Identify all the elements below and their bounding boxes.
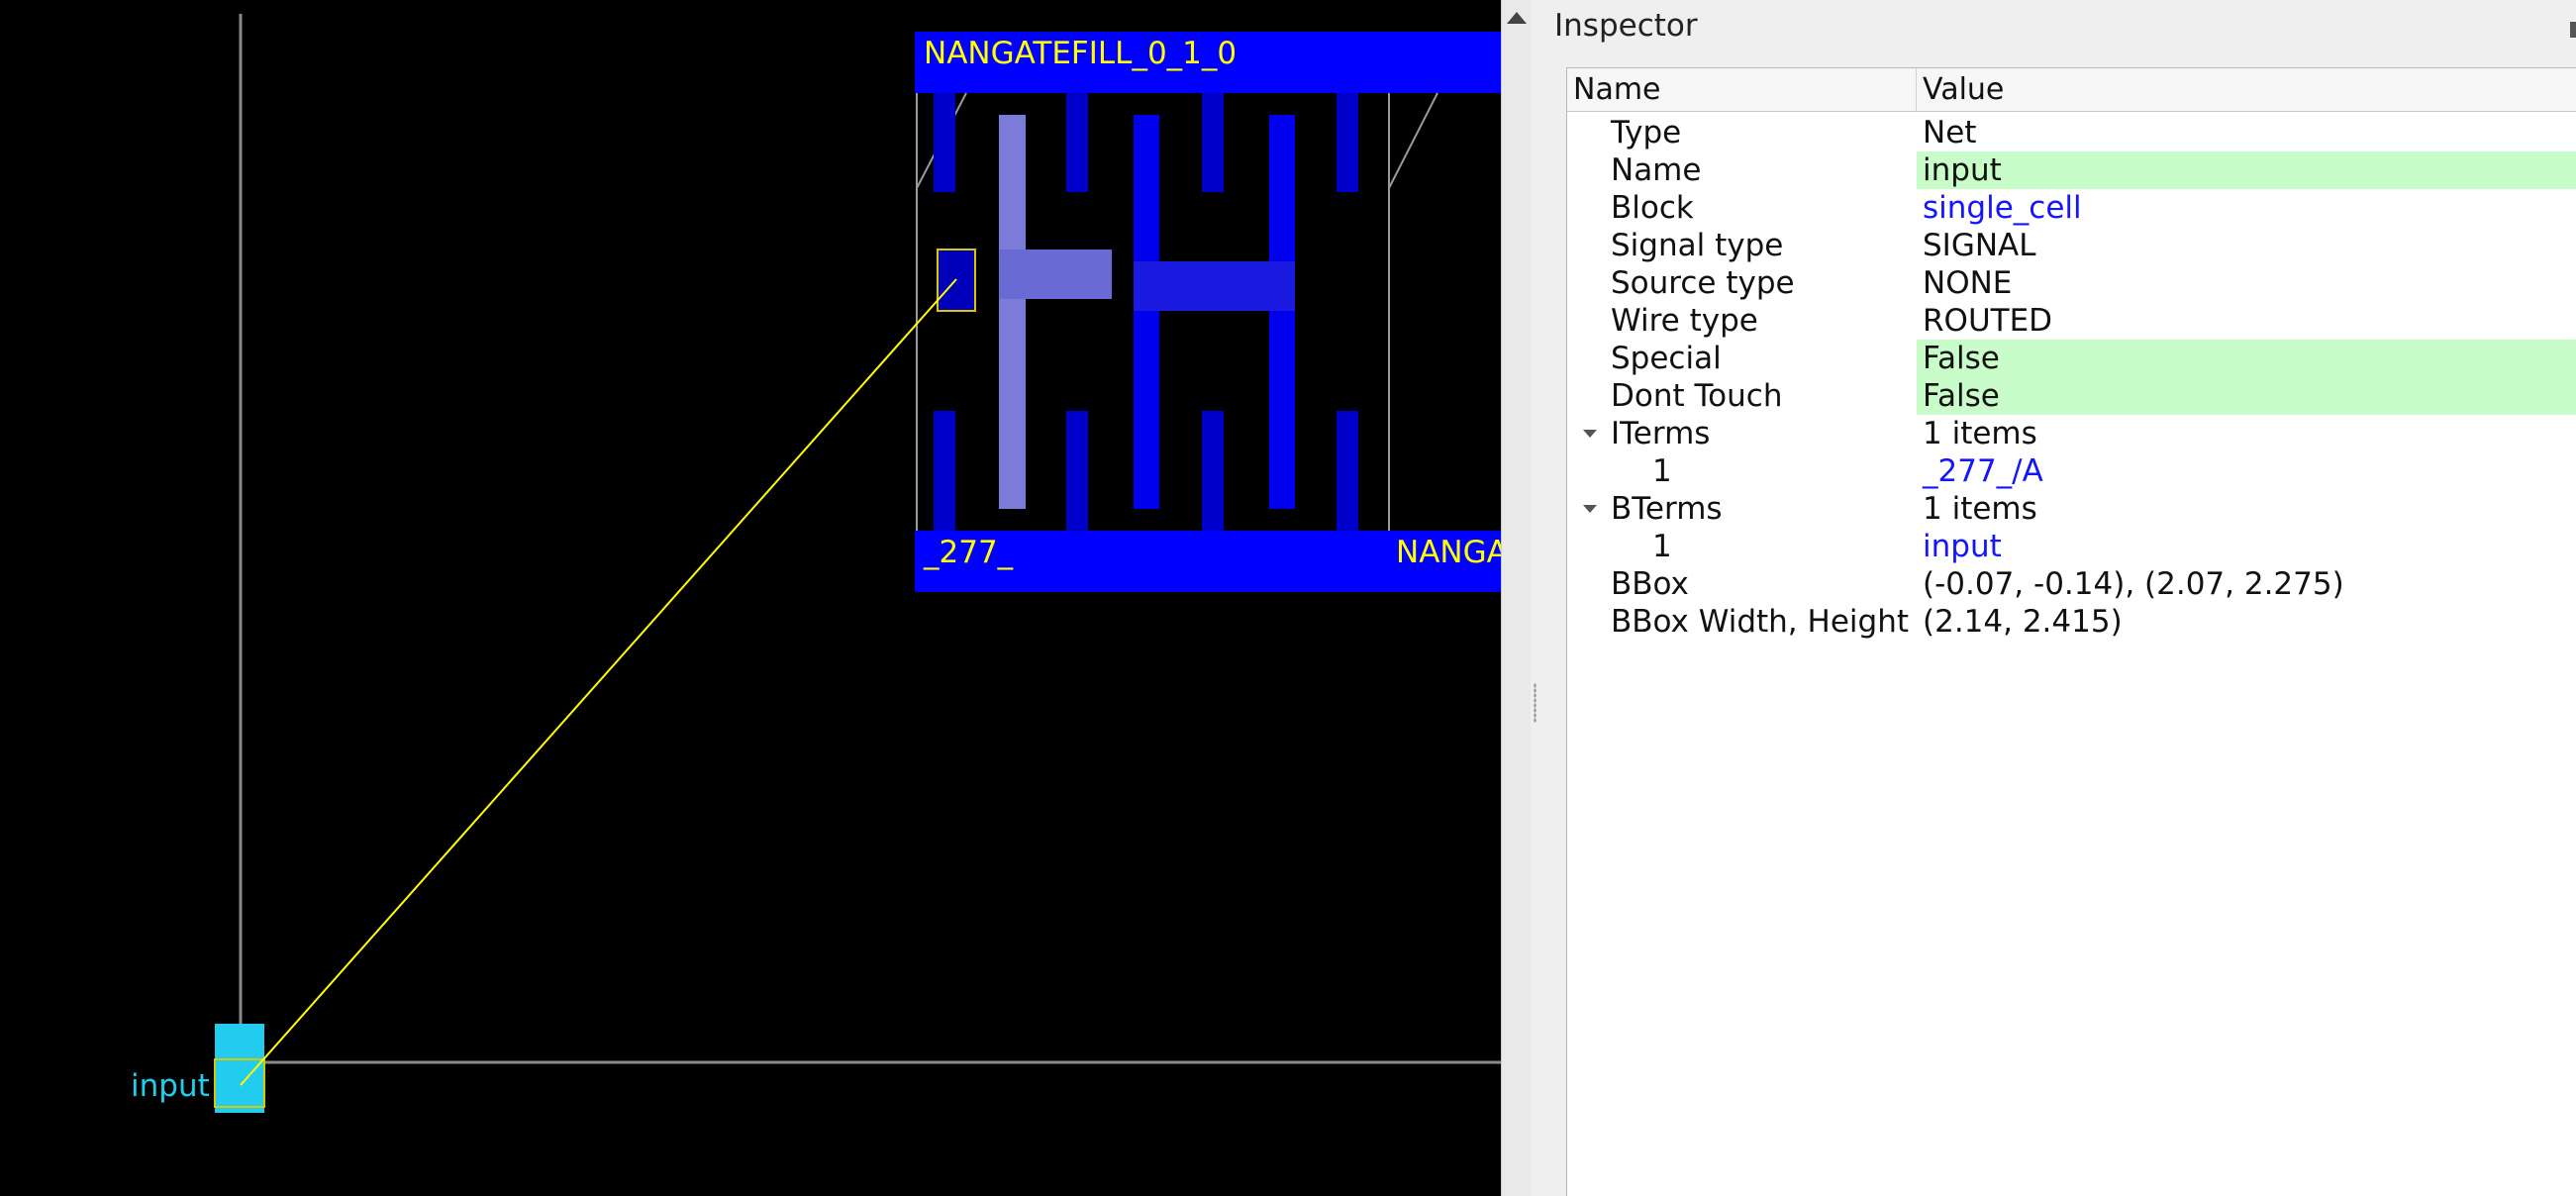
property-value: ROUTED [1923, 303, 2053, 339]
layout-viewer[interactable]: NANGATEFILL_0_1_0 _277_ NANGA input [0, 0, 1501, 1196]
collapse-arrow-icon[interactable] [1583, 505, 1597, 513]
property-name: Block [1611, 190, 1694, 226]
property-name: BBox Width, Height [1611, 604, 1909, 640]
property-value-link[interactable]: single_cell [1917, 189, 2576, 227]
cell-diagonal-right [1388, 92, 1438, 189]
finger-top-3 [1202, 93, 1224, 192]
property-row[interactable]: BBox (-0.07, -0.14), (2.07, 2.275) [1567, 565, 2576, 603]
gate-metal-right [1269, 115, 1295, 509]
scroll-up-arrow-icon[interactable] [1507, 12, 1527, 24]
property-name: Signal type [1611, 228, 1784, 263]
splitter-grip-icon[interactable] [1534, 683, 1536, 723]
property-row[interactable]: Type Net [1567, 114, 2576, 151]
property-value: SIGNAL [1923, 228, 2036, 263]
property-row[interactable]: Dont Touch False [1567, 377, 2576, 415]
flight-line [240, 278, 957, 1086]
collapse-arrow-icon[interactable] [1583, 430, 1597, 438]
property-name: Wire type [1611, 303, 1758, 339]
inspector-dock: Inspector Name Value Type Net Name input… [1540, 0, 2576, 1196]
cell-top-label: NANGATEFILL_0_1_0 [924, 36, 1237, 71]
property-value: (2.14, 2.415) [1923, 604, 2123, 640]
property-value-link[interactable]: _277_/A [1917, 452, 2576, 490]
property-value: 1 items [1923, 491, 2037, 527]
property-row[interactable]: Signal type SIGNAL [1567, 227, 2576, 264]
property-row[interactable]: Block single_cell [1567, 189, 2576, 227]
property-row[interactable]: 1 input [1567, 528, 2576, 565]
property-row[interactable]: Source type NONE [1567, 264, 2576, 302]
property-value: NONE [1923, 265, 2013, 301]
finger-top-4 [1337, 93, 1358, 192]
cell-bottom-label: _277_ [923, 535, 1014, 570]
dock-splitter[interactable] [1531, 0, 1540, 1196]
property-value-editable[interactable]: input [1917, 151, 2576, 189]
property-name: 1 [1652, 529, 1672, 564]
property-row[interactable]: BTerms 1 items [1567, 490, 2576, 528]
property-name: 1 [1652, 453, 1672, 489]
finger-bottom-4 [1337, 411, 1358, 537]
property-row[interactable]: Special False [1567, 340, 2576, 377]
property-value: Net [1923, 115, 1977, 150]
finger-bottom-1 [934, 411, 955, 537]
property-row[interactable]: ITerms 1 items [1567, 415, 2576, 452]
io-pin-input[interactable] [215, 1024, 264, 1113]
property-value-editable[interactable]: False [1917, 377, 2576, 415]
poly-highlight-horizontal [999, 249, 1112, 299]
property-name: Source type [1611, 265, 1795, 301]
app-window: NANGATEFILL_0_1_0 _277_ NANGA input Insp… [0, 0, 2576, 1196]
property-name: Dont Touch [1611, 378, 1783, 414]
gate-metal-left [1134, 115, 1159, 509]
inspector-tree[interactable]: Name Value Type Net Name input Block sin… [1566, 67, 2576, 1196]
property-value-link[interactable]: input [1917, 528, 2576, 565]
property-value: (-0.07, -0.14), (2.07, 2.275) [1923, 566, 2344, 602]
property-value: 1 items [1923, 416, 2037, 451]
property-name: Special [1611, 341, 1722, 376]
finger-bottom-2 [1066, 411, 1088, 537]
cell-bottom-right-label: NANGA [1396, 535, 1501, 570]
property-row[interactable]: BBox Width, Height (2.14, 2.415) [1567, 603, 2576, 641]
gate-metal-bridge [1134, 261, 1295, 311]
property-row[interactable]: Name input [1567, 151, 2576, 189]
finger-top-2 [1066, 93, 1088, 192]
viewer-vertical-scrollbar[interactable] [1501, 0, 1531, 1196]
property-name: BBox [1611, 566, 1689, 602]
inspector-title: Inspector [1554, 8, 1698, 44]
pin-label: input [131, 1068, 210, 1104]
layout-canvas[interactable]: NANGATEFILL_0_1_0 _277_ NANGA input [0, 0, 1501, 1196]
property-row[interactable]: 1 _277_/A [1567, 452, 2576, 490]
property-value-editable[interactable]: False [1917, 340, 2576, 377]
property-name: Type [1611, 115, 1682, 150]
column-header-name[interactable]: Name [1567, 68, 1917, 111]
property-name: BTerms [1611, 491, 1723, 527]
finger-top-1 [934, 93, 955, 192]
property-row[interactable]: Wire type ROUTED [1567, 302, 2576, 340]
property-name: Name [1611, 152, 1702, 188]
tree-header: Name Value [1567, 68, 2576, 112]
poly-highlight-vertical [999, 115, 1026, 509]
dock-float-icon[interactable] [2570, 22, 2576, 38]
column-header-value[interactable]: Value [1917, 68, 2576, 111]
finger-bottom-3 [1202, 411, 1224, 537]
property-name: ITerms [1611, 416, 1711, 451]
